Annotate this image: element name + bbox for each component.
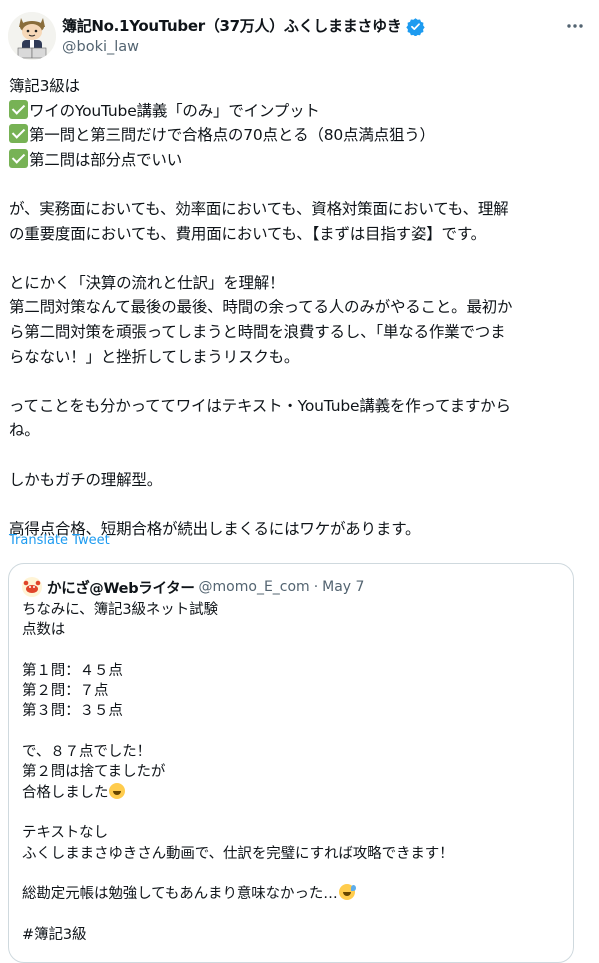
tweet-line: の重要度面においても、費用面においても、【まずは目指す姿】です。 (9, 224, 486, 243)
tweet-line: ら第二問対策を頑張ってしまうと時間を浪費するし、「単なる作業でつま (9, 322, 506, 341)
quoted-handle[interactable]: @momo_E_com (199, 579, 310, 595)
quoted-line: テキストなし (22, 825, 108, 842)
tweet-line: しかもガチの理解型。 (9, 470, 163, 489)
verified-badge-icon (405, 17, 425, 37)
check-mark-icon (9, 99, 28, 119)
author-avatar[interactable] (8, 12, 56, 60)
tweet-line: 第二問対策なんて最後の最後、時間の余ってる人のみがやること。最初か (9, 298, 513, 317)
tweet-line: 簿記3級は (9, 77, 80, 95)
translate-tweet-link[interactable]: Translate Tweet (9, 532, 110, 550)
author-display-name[interactable]: 簿記No.1YouTuber（37万人）ふくしままさゆき (62, 16, 402, 36)
tweet-line: ってことをも分かっててワイはテキスト・YouTube講義を作ってますから (9, 396, 511, 415)
tweet-line: らなない！」と挫折してしまうリスクも。 (9, 347, 300, 366)
quoted-tweet-header: かにざ@Webライター @momo_E_com · May 7 (22, 576, 364, 598)
quoted-line: 第２問は捨てましたが (22, 764, 166, 781)
quoted-line: ちなみに、簿記3級ネット試験 (22, 602, 218, 618)
more-options-icon[interactable] (563, 14, 587, 38)
quoted-line: 総勘定元帳は勉強してもあんまり意味なかった… (22, 884, 562, 904)
tweet-line: ね。 (9, 421, 40, 440)
crab-avatar-icon[interactable] (22, 577, 42, 597)
check-mark-icon (9, 148, 28, 168)
grinning-face-icon (109, 782, 126, 799)
tweet-line: ワイのYouTube講義「のみ」でインプット (9, 99, 589, 124)
quoted-tweet-text: ちなみに、簿記3級ネット試験 点数は 第１問：４５点 第２問：７点 第３問：３５… (22, 600, 562, 945)
author-handle[interactable]: @boki_law (62, 37, 139, 57)
tweet-line: 第一問と第三問だけで合格点の70点とる（80点満点狙う） (9, 123, 589, 148)
quoted-line: 第１問：４５点 (22, 662, 123, 679)
quoted-tweet[interactable]: かにざ@Webライター @momo_E_com · May 7 ちなみに、簿記3… (8, 563, 574, 963)
quoted-line: で、８７点でした！ (22, 744, 152, 761)
tweet-line: とにかく「決算の流れと仕訳」を理解！ (9, 273, 285, 292)
quoted-date[interactable]: May 7 (322, 579, 364, 595)
sweat-smile-icon (338, 884, 356, 901)
quoted-line: 点数は (22, 622, 66, 639)
tweet-line: 第二問は部分点でいい (9, 148, 589, 173)
tweet: 簿記No.1YouTuber（37万人）ふくしままさゆき @boki_law 簿… (0, 0, 599, 963)
check-mark-icon (9, 124, 28, 144)
cartoon-avatar-icon (8, 12, 56, 60)
quoted-line: 合格しました (22, 782, 562, 803)
author-name-row: 簿記No.1YouTuber（37万人）ふくしままさゆき (62, 15, 425, 37)
tweet-text: 簿記3級は ワイのYouTube講義「のみ」でインプット 第一問と第三問だけで合… (9, 74, 589, 541)
tweet-line: が、実務面においても、効率面においても、資格対策面においても、理解 (9, 199, 509, 218)
quoted-line: ふくしままさゆきさん動画で、仕訳を完璧にすれば攻略できます！ (22, 845, 454, 862)
hashtag-link[interactable]: #簿記3級 (22, 925, 562, 945)
quoted-display-name[interactable]: かにざ@Webライター (47, 577, 195, 598)
quoted-line: 第２問：７点 (22, 683, 109, 700)
quoted-separator: · (313, 579, 319, 595)
quoted-line: 第３問：３５点 (22, 703, 123, 720)
